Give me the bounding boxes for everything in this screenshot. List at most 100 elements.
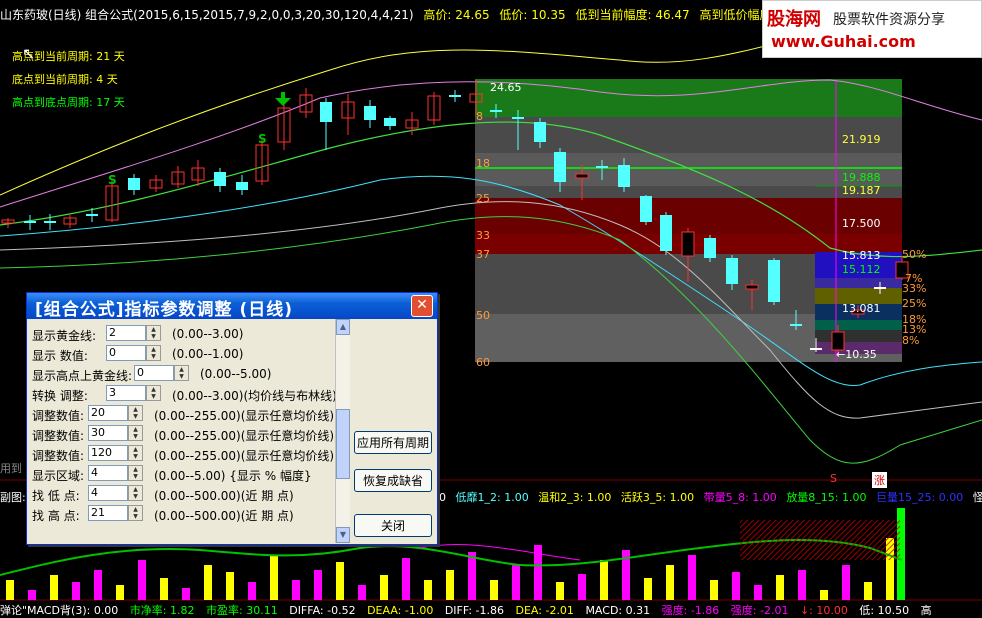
pct-label: 25% [902, 297, 927, 310]
param-input[interactable]: 3 [106, 385, 146, 401]
volume-bar [798, 570, 806, 600]
scroll-thumb[interactable] [336, 409, 350, 479]
low-price: 低价: 10.35 [499, 8, 566, 22]
volume-bar [292, 580, 300, 600]
volume-bar [710, 580, 718, 600]
macd-status-bar: 弹论"MACD背(3): 0.00 市净率: 1.82 市盈率: 30.11 D… [0, 602, 940, 618]
spinner-icon[interactable]: ▲ ▼ [128, 425, 143, 441]
high-value: 高 [920, 604, 932, 617]
spinner-icon[interactable]: ▲ ▼ [174, 365, 189, 381]
brand-url: www.Guhai.com [771, 32, 916, 51]
volume-bar [600, 560, 608, 600]
spinner-icon[interactable]: ▲ ▼ [128, 485, 143, 501]
info-bar: 山东药玻(日线) 组合公式(2015,6,15,2015,7,9,2,0,0,3… [0, 6, 831, 23]
param-range: (0.00--255.00)(显示任意均价线) [154, 429, 335, 443]
brand-slogan: 股票软件资源分享 [833, 12, 945, 28]
spinner-icon[interactable]: ▲ ▼ [146, 325, 161, 341]
volume-bar [490, 580, 498, 600]
stat-low-to-now: 底点到当前周期: 4 天 [12, 73, 118, 86]
param-range: (0.00--255.00)(显示任意均价线) [154, 449, 335, 463]
volume-bar [160, 578, 168, 600]
volume-bar [72, 582, 80, 600]
legend-item: 带量5_8: 1.00 [703, 491, 777, 504]
param-input[interactable]: 2 [106, 325, 146, 341]
param-label: 显示黄金线: [32, 329, 97, 343]
fib-level-label: 33 [476, 229, 490, 242]
volume-bar [666, 565, 674, 600]
fib-level-label: 50 [476, 309, 490, 322]
volume-bar [776, 575, 784, 600]
volume-bar [138, 560, 146, 600]
param-label: 转换 调整: [32, 389, 88, 403]
parameter-dialog[interactable]: [组合公式]指标参数调整 (日线) ✕ 显示黄金线: 2 ▲ ▼ (0.00--3… [26, 292, 438, 545]
spinner-icon[interactable]: ▲ ▼ [128, 445, 143, 461]
volume-bar [182, 588, 190, 600]
pct-label: 33% [902, 282, 927, 295]
fib-price: 15.813 [842, 249, 881, 262]
volume-bar [204, 565, 212, 600]
scroll-down-icon[interactable]: ▼ [336, 527, 350, 543]
param-range: (0.00--5.00) [200, 367, 272, 381]
spinner-icon[interactable]: ▲ ▼ [146, 385, 161, 401]
brand-name: 股海网 [767, 9, 821, 30]
volume-legend: 00 低靡1_2: 1.00 温和2_3: 1.00 活跃3_5: 1.00 带… [432, 489, 982, 505]
spinner-icon[interactable]: ▲ ▼ [128, 465, 143, 481]
dialog-titlebar[interactable]: [组合公式]指标参数调整 (日线) ✕ [27, 293, 437, 320]
param-label: 找 低 点: [32, 489, 80, 503]
param-range: (0.00--500.00)(近 期 点) [154, 489, 294, 503]
volume-bar [556, 582, 564, 600]
param-input[interactable]: 4 [88, 485, 128, 501]
spinner-icon[interactable]: ▲ ▼ [128, 505, 143, 521]
close-icon[interactable]: ✕ [411, 295, 433, 317]
volume-bar [424, 580, 432, 600]
dialog-scrollbar[interactable]: ▲ ▼ [335, 319, 350, 543]
param-range: (0.00--5.00) {显示 % 幅度} [154, 469, 312, 483]
fib-level-label: 18 [476, 157, 490, 170]
param-input[interactable]: 0 [106, 345, 146, 361]
param-input[interactable]: 21 [88, 505, 128, 521]
volume-bar [512, 564, 520, 600]
volume-bar [578, 574, 586, 600]
param-label: 调整数值: [32, 449, 85, 463]
volume-bar [6, 580, 14, 600]
volume-bar [336, 562, 344, 600]
chart-title: 山东药玻(日线) 组合公式(2015,6,15,2015,7,9,2,0,0,3… [0, 8, 414, 22]
param-input[interactable]: 30 [88, 425, 128, 441]
legend-item: 活跃3_5: 1.00 [620, 491, 695, 504]
apply-all-periods-button[interactable]: 应用所有周期 [354, 431, 432, 454]
s-marker: S [830, 472, 837, 485]
fib-price: 17.500 [842, 217, 881, 230]
low-value: 低: 10.50 [859, 604, 910, 617]
param-input[interactable]: 120 [88, 445, 128, 461]
param-range: (0.00--3.00) [172, 327, 244, 341]
param-input[interactable]: 0 [134, 365, 174, 381]
spinner-icon[interactable]: ▲ ▼ [146, 345, 161, 361]
param-label: 调整数值: [32, 429, 85, 443]
drop-pct: 低到当前幅度: 46.47 [575, 8, 690, 22]
spinner-icon[interactable]: ▲ ▼ [128, 405, 143, 421]
volume-bar [468, 552, 476, 600]
fib-price: 19.187 [842, 184, 881, 197]
rise-marker: 涨 [872, 472, 887, 488]
fib-level-label: 8 [476, 110, 483, 123]
param-label: 显示高点上黄金线: [32, 369, 133, 383]
fib-level-label: 60 [476, 356, 490, 369]
diffa: DIFFA: -0.52 [289, 604, 356, 617]
param-input[interactable]: 4 [88, 465, 128, 481]
param-input[interactable]: 20 [88, 405, 128, 421]
strength-1: 强度: -1.86 [661, 604, 720, 617]
param-range: (0.00--500.00)(近 期 点) [154, 509, 294, 523]
param-label: 找 高 点: [32, 509, 80, 523]
volume-bar [446, 570, 454, 600]
volume-bar [50, 575, 58, 600]
volume-bar [314, 570, 322, 600]
volume-bar [732, 572, 740, 600]
pct-label: 50% [902, 248, 927, 261]
close-button[interactable]: 关闭 [354, 514, 432, 537]
scroll-up-icon[interactable]: ▲ [336, 319, 350, 335]
legend-item: 怪异 [972, 491, 982, 504]
legend-item: 温和2_3: 1.00 [538, 491, 612, 504]
restore-default-button[interactable]: 恢复成缺省 [354, 469, 432, 492]
fib-price: 19.888 [842, 171, 881, 184]
volume-bar [644, 578, 652, 600]
